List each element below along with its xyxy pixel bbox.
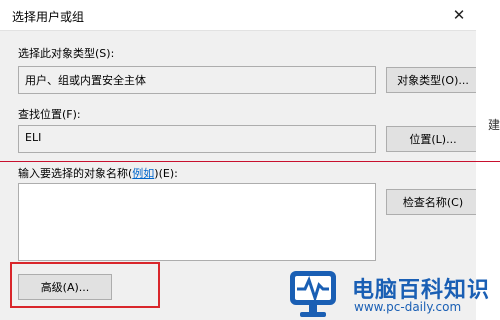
close-icon: ✕ (452, 6, 466, 24)
check-names-button[interactable]: 检查名称(C) (386, 189, 480, 215)
object-type-field: 用户、组或内置安全主体 (18, 66, 376, 94)
dialog-title: 选择用户或组 (12, 10, 85, 24)
close-button[interactable]: ✕ (442, 2, 476, 28)
background-text-fragment: 建 (488, 118, 500, 132)
object-types-button[interactable]: 对象类型(O)... (386, 67, 480, 93)
annotation-line (0, 161, 500, 162)
annotation-highlight-box (10, 262, 160, 308)
object-names-label-prefix: 输入要选择的对象名称( (18, 167, 133, 180)
location-field: ELI (18, 125, 376, 153)
title-bar: 选择用户或组 ✕ (0, 0, 476, 31)
object-names-label: 输入要选择的对象名称(例如)(E): (18, 165, 178, 181)
object-type-label: 选择此对象类型(S): (18, 47, 115, 60)
examples-link[interactable]: 例如 (132, 167, 154, 180)
watermark-url: www.pc-daily.com (354, 300, 462, 314)
locations-button[interactable]: 位置(L)... (386, 126, 480, 152)
monitor-logo-icon (290, 271, 336, 317)
object-names-input[interactable] (18, 183, 376, 261)
object-names-label-suffix: )(E): (154, 167, 178, 180)
location-label: 查找位置(F): (18, 108, 81, 121)
